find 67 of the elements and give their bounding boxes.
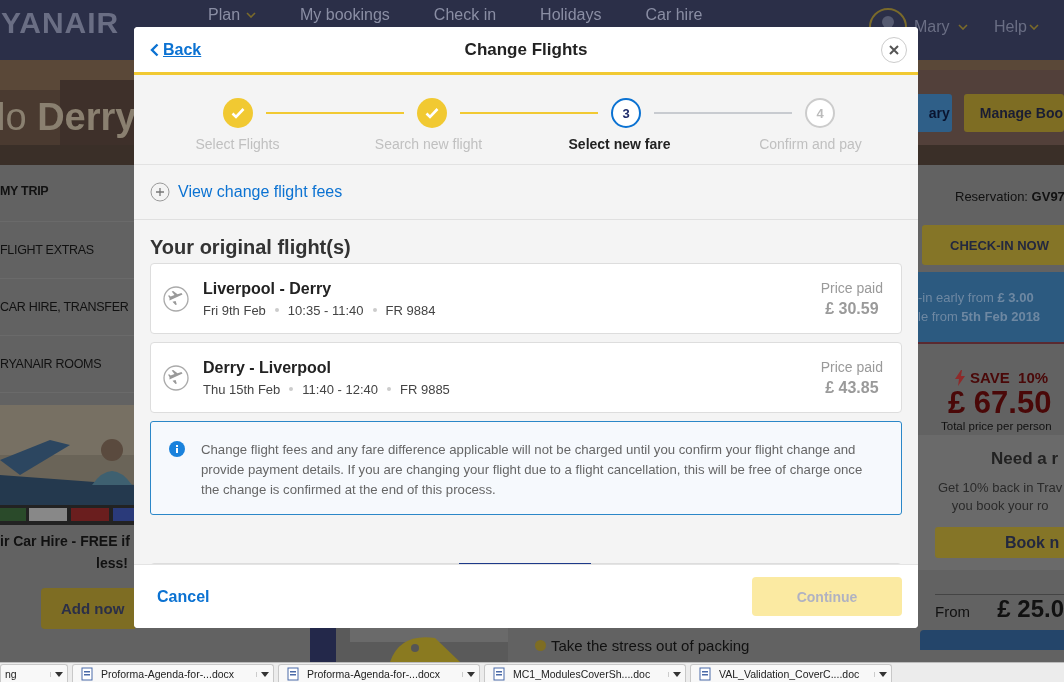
close-icon — [888, 43, 900, 56]
reservation-number: Reservation: GV97 — [955, 189, 1064, 204]
cancel-link[interactable]: Cancel — [157, 587, 210, 606]
flight-date: Thu 15th Feb — [203, 381, 281, 397]
logo[interactable]: YANAIR — [1, 6, 208, 40]
from-label: From — [935, 603, 970, 620]
caret-icon — [957, 24, 968, 30]
bullet-icon — [535, 639, 546, 651]
plus-icon — [150, 182, 170, 202]
flight-time: 10:35 - 11:40 — [287, 302, 364, 318]
flight-route: Liverpool - Derry — [203, 279, 333, 298]
fees-link[interactable]: View change flight fees — [150, 182, 343, 202]
close-button[interactable] — [881, 36, 907, 63]
price-paid: £ 43.85 — [825, 378, 879, 397]
info-text: -in early from £ 3.00 — [918, 290, 1035, 305]
nav-link[interactable]: Plan — [208, 6, 257, 24]
hero-button[interactable]: Manage Boo — [963, 93, 1064, 132]
plane-icon — [163, 285, 189, 312]
document-icon — [81, 667, 93, 681]
discount-label: SAVE 10% — [970, 369, 1049, 386]
card-title: Need a r — [991, 449, 1059, 469]
book-now-button[interactable]: Book n — [935, 527, 1064, 558]
step-indicator: 4 — [805, 98, 835, 128]
document-icon — [287, 667, 299, 681]
step-label: Select new fare — [567, 136, 672, 152]
caret-icon — [246, 12, 257, 18]
flight-number: FR 9885 — [400, 381, 450, 397]
download-item[interactable]: Proforma-Agenda-for-...docx — [278, 664, 480, 682]
price: £ 67.50 — [948, 386, 1053, 420]
check-icon — [230, 105, 246, 121]
document-icon — [699, 667, 711, 681]
nav-link[interactable]: Car hire — [645, 6, 703, 24]
feature-text: Take the stress out of packing — [551, 636, 750, 654]
price-label: Price paid — [820, 279, 883, 296]
flight-route: Derry - Liverpool — [203, 358, 333, 377]
card-text: Get 10% back in Trav you book your ro — [938, 479, 1063, 515]
flight-time: 11:40 - 12:40 — [302, 381, 378, 397]
price-note: Total price per person — [941, 420, 1053, 432]
chevron-icon — [150, 42, 159, 57]
nav-link[interactable]: Holidays — [540, 6, 602, 24]
step-indicator: 3 — [611, 98, 641, 128]
price: £ 25.0 — [997, 595, 1064, 623]
info-text: Change flight fees and any fare difference applicable will not be charged until you confirm your flight change and provide payment details. If you are changing your flight due to a flight cancellation, this will be free of charge once the change is confirmed at the end of this process. — [201, 441, 864, 499]
nav-link[interactable]: My bookings — [300, 6, 390, 24]
plane-icon — [163, 364, 189, 391]
info-text: le from 5th Feb 2018 — [918, 309, 1042, 324]
document-icon — [493, 667, 505, 681]
download-item[interactable]: ng — [0, 664, 68, 682]
flight-date: Fri 9th Feb — [203, 302, 266, 318]
download-item[interactable]: MC1_ModulesCoverSh....doc — [484, 664, 686, 682]
greeting-heading: lo Derry — [0, 95, 137, 139]
flight-number: FR 9884 — [385, 302, 436, 318]
help-menu[interactable]: Help — [994, 18, 1064, 36]
download-item[interactable]: VAL_Validation_CoverC....doc — [690, 664, 892, 682]
download-item[interactable]: Proforma-Agenda-for-...docx — [72, 664, 274, 682]
nav-link[interactable]: Check in — [433, 6, 497, 24]
dialog-title: Change Flights — [464, 39, 588, 60]
price-paid: £ 30.59 — [825, 299, 879, 318]
info-icon — [169, 441, 185, 457]
promo-text: ir Car Hire - FREE if less! — [0, 532, 131, 573]
section-heading: Your original flight(s) — [150, 236, 352, 258]
caret-icon — [1028, 24, 1039, 30]
check-icon — [424, 105, 440, 121]
back-link[interactable]: Back — [150, 40, 202, 59]
price-label: Price paid — [820, 358, 883, 375]
check-in-button[interactable]: CHECK-IN NOW — [922, 225, 1064, 265]
lightning-icon — [955, 369, 965, 386]
